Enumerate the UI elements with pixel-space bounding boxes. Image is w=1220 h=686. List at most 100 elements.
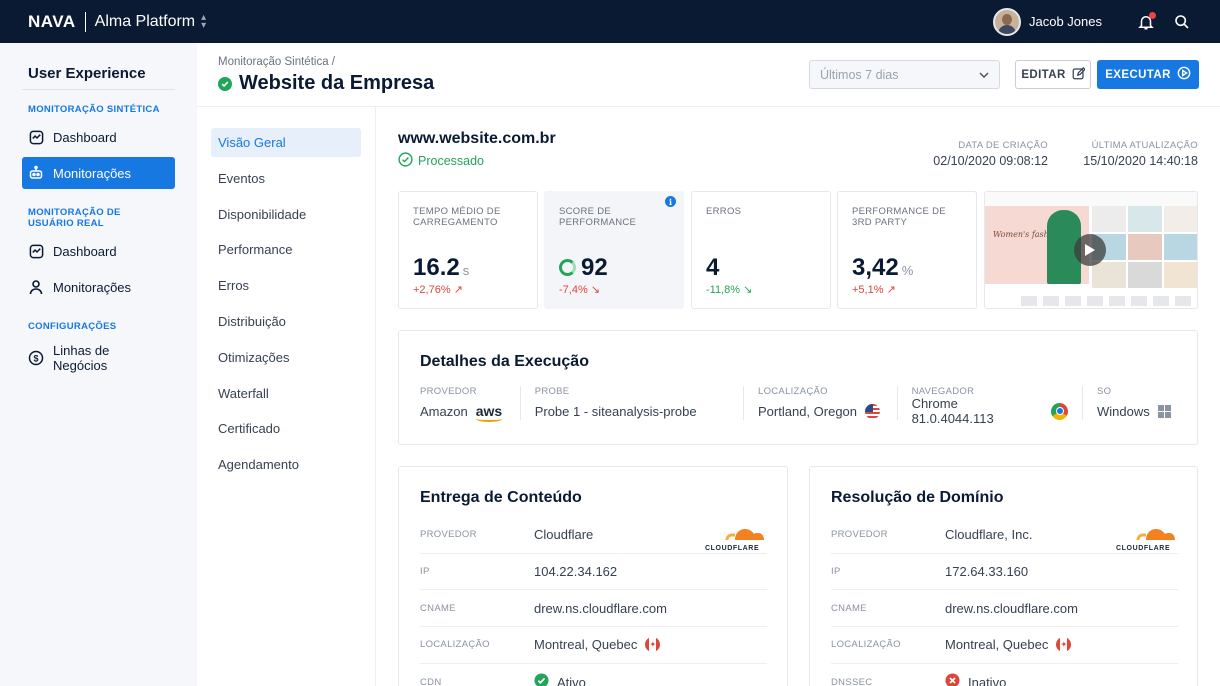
date-range-placeholder: Últimos 7 dias	[820, 67, 899, 82]
site-url[interactable]: www.website.com.br	[398, 130, 556, 148]
tab-performance[interactable]: Performance	[211, 235, 361, 264]
screenshot-tile	[1164, 262, 1197, 288]
sidebar-item-business-lines[interactable]: $ Linhas de Negócios	[22, 338, 175, 378]
windows-icon	[1157, 404, 1171, 418]
screenshot-tile	[1128, 262, 1162, 288]
sidebar-item-synthetic-monitoring[interactable]: Monitorações	[22, 157, 175, 189]
brand-divider	[84, 11, 86, 32]
table-row: LOCALIZAÇÃO Montreal, Quebec ✦	[420, 627, 767, 664]
kpi-label: PERFORMANCE DE 3RD PARTY	[852, 206, 946, 228]
sidebar-title: User Experience	[22, 65, 175, 90]
screenshot-tile	[1092, 206, 1126, 232]
table-row: CNAME drew.ns.cloudflare.com	[420, 590, 767, 628]
trend-up-icon: ↗	[453, 284, 463, 296]
card-title: Detalhes da Execução	[420, 353, 589, 370]
search-icon[interactable]	[1172, 12, 1192, 32]
table-row: IP 104.22.34.162	[420, 554, 767, 591]
sidebar-item-rum-dashboard[interactable]: Dashboard	[22, 235, 175, 267]
dashboard-icon	[28, 129, 44, 145]
created-label: DATA DE CRIAÇÃO	[958, 140, 1048, 151]
page-screenshot-video[interactable]: Women's fashion	[984, 191, 1198, 309]
tab-certificate[interactable]: Certificado	[211, 414, 361, 443]
sidebar: User Experience MONITORAÇÃO SINTÉTICA Da…	[0, 43, 197, 686]
us-flag-icon	[865, 403, 881, 419]
table-row: PROVEDOR Cloudflare, Inc. CLOUDFLARE	[831, 517, 1178, 554]
cloudflare-logo: CLOUDFLARE	[1116, 520, 1178, 554]
info-icon[interactable]: i	[665, 196, 676, 207]
user-icon	[28, 279, 44, 295]
execution-location: LOCALIZAÇÃO Portland, Oregon	[743, 386, 897, 420]
sidebar-item-rum-monitoring[interactable]: Monitorações	[22, 271, 175, 303]
updated-value: 15/10/2020 14:40:18	[1083, 154, 1198, 168]
kpi-label: SCORE DE PERFORMANCE	[559, 206, 637, 228]
created-value: 02/10/2020 09:08:12	[933, 154, 1048, 168]
kpi-unit: %	[901, 263, 914, 278]
card-title: Entrega de Conteúdo	[420, 489, 582, 506]
sidebar-item-synthetic-dashboard[interactable]: Dashboard	[22, 121, 175, 153]
execution-browser: NAVEGADOR Chrome 81.0.4044.113	[896, 386, 1082, 426]
sidebar-section-heading: MONITORAÇÃO SINTÉTICA	[28, 104, 160, 115]
screenshot-tile	[1128, 234, 1162, 260]
kpi-label: ERROS	[706, 206, 742, 217]
tab-errors[interactable]: Erros	[211, 271, 361, 300]
platform-name[interactable]: Alma Platform	[95, 13, 195, 31]
updated-date: ÚLTIMA ATUALIZAÇÃO 15/10/2020 14:40:18	[1066, 140, 1198, 168]
check-circle-icon	[218, 76, 232, 91]
screenshot-tile	[1128, 206, 1162, 232]
kpi-card-third-party[interactable]: PERFORMANCE DE 3RD PARTY 3,42% +5,1% ↗	[837, 191, 977, 309]
kpi-delta: +2,76% ↗	[413, 284, 463, 296]
score-ring-icon	[559, 259, 576, 276]
screenshot-tile	[1092, 262, 1126, 288]
play-icon[interactable]	[1074, 234, 1106, 266]
tab-waterfall[interactable]: Waterfall	[211, 379, 361, 408]
table-row: PROVEDOR Cloudflare CLOUDFLARE	[420, 517, 767, 554]
edit-button[interactable]: EDITAR	[1015, 60, 1091, 89]
kpi-value: 92	[581, 254, 608, 281]
table-row: IP 172.64.33.160	[831, 554, 1178, 591]
tab-events[interactable]: Eventos	[211, 164, 361, 193]
avatar[interactable]	[993, 7, 1021, 36]
sidebar-section-heading: CONFIGURAÇÕES	[28, 321, 117, 332]
dashboard-icon	[28, 243, 44, 259]
page-title: Website da Empresa	[239, 72, 435, 94]
domain-resolution-card: Resolução de Domínio PROVEDOR Cloudflare…	[809, 466, 1198, 686]
play-circle-icon	[1177, 66, 1191, 83]
kpi-card-load-time[interactable]: TEMPO MÉDIO DE CARREGAMENTO 16.2 s +2,76%…	[398, 191, 538, 309]
kpi-label: TEMPO MÉDIO DE CARREGAMENTO	[413, 206, 501, 228]
sidebar-item-label: Monitorações	[53, 165, 132, 181]
canada-flag-icon: ✦	[1056, 637, 1072, 653]
status-badge: Processado	[398, 152, 484, 170]
platform-switch-icon[interactable]: ▴ ▾	[201, 12, 206, 30]
svg-text:$: $	[33, 353, 38, 363]
sidebar-item-label: Dashboard	[53, 129, 117, 145]
status-text: Processado	[418, 154, 485, 168]
tab-schedule[interactable]: Agendamento	[211, 450, 361, 479]
tab-overview[interactable]: Visão Geral	[211, 128, 361, 157]
table-row: LOCALIZAÇÃO Montreal, Quebec ✦	[831, 627, 1178, 664]
overview-content: www.website.com.br Processado DATA DE CR…	[376, 107, 1220, 686]
cloudflare-logo: CLOUDFLARE	[705, 520, 767, 554]
date-range-select[interactable]: Últimos 7 dias	[809, 60, 1000, 89]
kpi-card-errors[interactable]: ERROS 4 -11,8% ↘	[691, 191, 831, 309]
sidebar-item-label: Dashboard	[53, 243, 117, 259]
card-title: Resolução de Domínio	[831, 489, 1004, 506]
brand-logo[interactable]: NAVA	[28, 12, 76, 32]
check-circle-outline-icon	[398, 152, 413, 170]
kpi-value: 3,42	[852, 254, 899, 281]
tab-distribution[interactable]: Distribuição	[211, 307, 361, 336]
run-button[interactable]: EXECUTAR	[1097, 60, 1199, 89]
bell-icon[interactable]	[1136, 11, 1156, 32]
user-name[interactable]: Jacob Jones	[1029, 14, 1102, 29]
execution-os: SO Windows	[1082, 386, 1176, 420]
kpi-unit: s	[462, 263, 470, 278]
tab-availability[interactable]: Disponibilidade	[211, 200, 361, 229]
trend-up-icon: ↗	[886, 284, 896, 296]
tab-optimizations[interactable]: Otimizações	[211, 343, 361, 372]
kpi-card-performance-score[interactable]: i SCORE DE PERFORMANCE 92 -7,4% ↘	[544, 191, 684, 309]
execution-details-card: Detalhes da Execução PROVEDOR Amazon aws …	[398, 330, 1198, 445]
kpi-value: 16.2	[413, 254, 460, 281]
canada-flag-icon: ✦	[645, 637, 661, 653]
run-button-label: EXECUTAR	[1105, 68, 1171, 81]
execution-probe: PROBE Probe 1 - siteanalysis-probe	[519, 386, 743, 420]
content-delivery-card: Entrega de Conteúdo PROVEDOR Cloudflare …	[398, 466, 788, 686]
